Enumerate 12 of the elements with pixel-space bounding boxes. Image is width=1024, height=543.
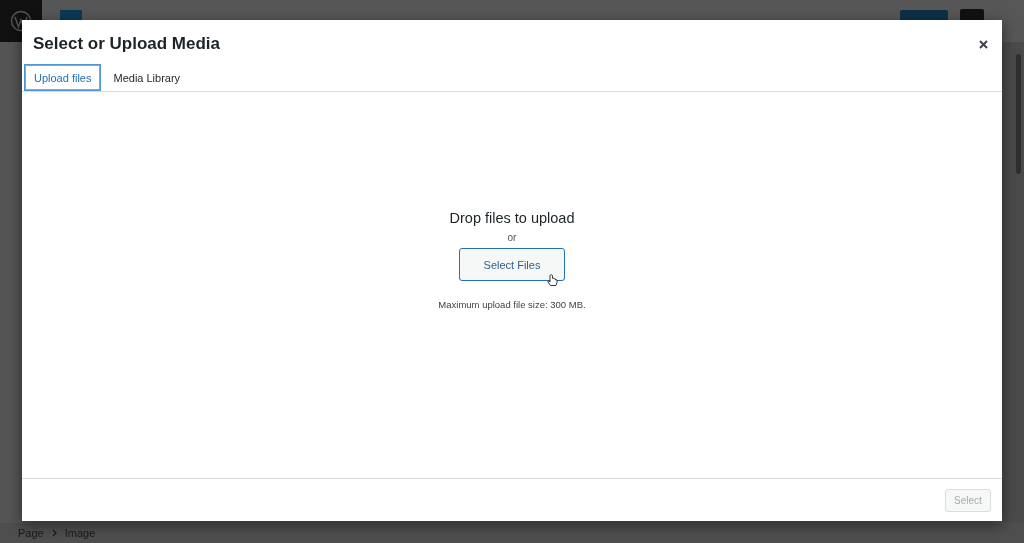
- select-files-button[interactable]: Select Files: [459, 248, 565, 281]
- scrollbar[interactable]: [1016, 54, 1021, 174]
- drop-heading: Drop files to upload: [449, 210, 575, 226]
- close-button[interactable]: [977, 37, 990, 51]
- chevron-icon: [51, 529, 57, 537]
- upload-limit-note: Maximum upload file size: 300 MB.: [438, 299, 586, 310]
- tab[interactable]: Media Library: [103, 64, 191, 91]
- hand-cursor-icon: [547, 274, 558, 287]
- or-text: or: [507, 232, 517, 243]
- close-icon: [979, 39, 988, 49]
- tab[interactable]: Upload files: [24, 64, 102, 91]
- dialog-title: Select or Upload Media: [33, 34, 221, 54]
